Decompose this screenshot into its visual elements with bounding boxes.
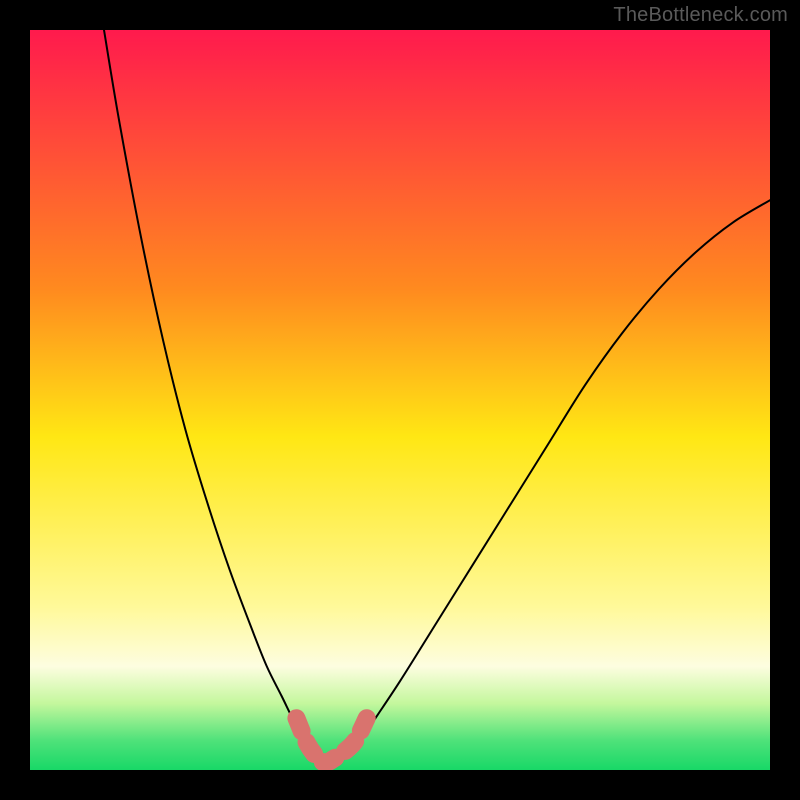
bottleneck-chart-svg — [30, 30, 770, 770]
chart-background-gradient — [30, 30, 770, 770]
watermark-text: TheBottleneck.com — [613, 4, 788, 27]
chart-plot-area — [30, 30, 770, 770]
